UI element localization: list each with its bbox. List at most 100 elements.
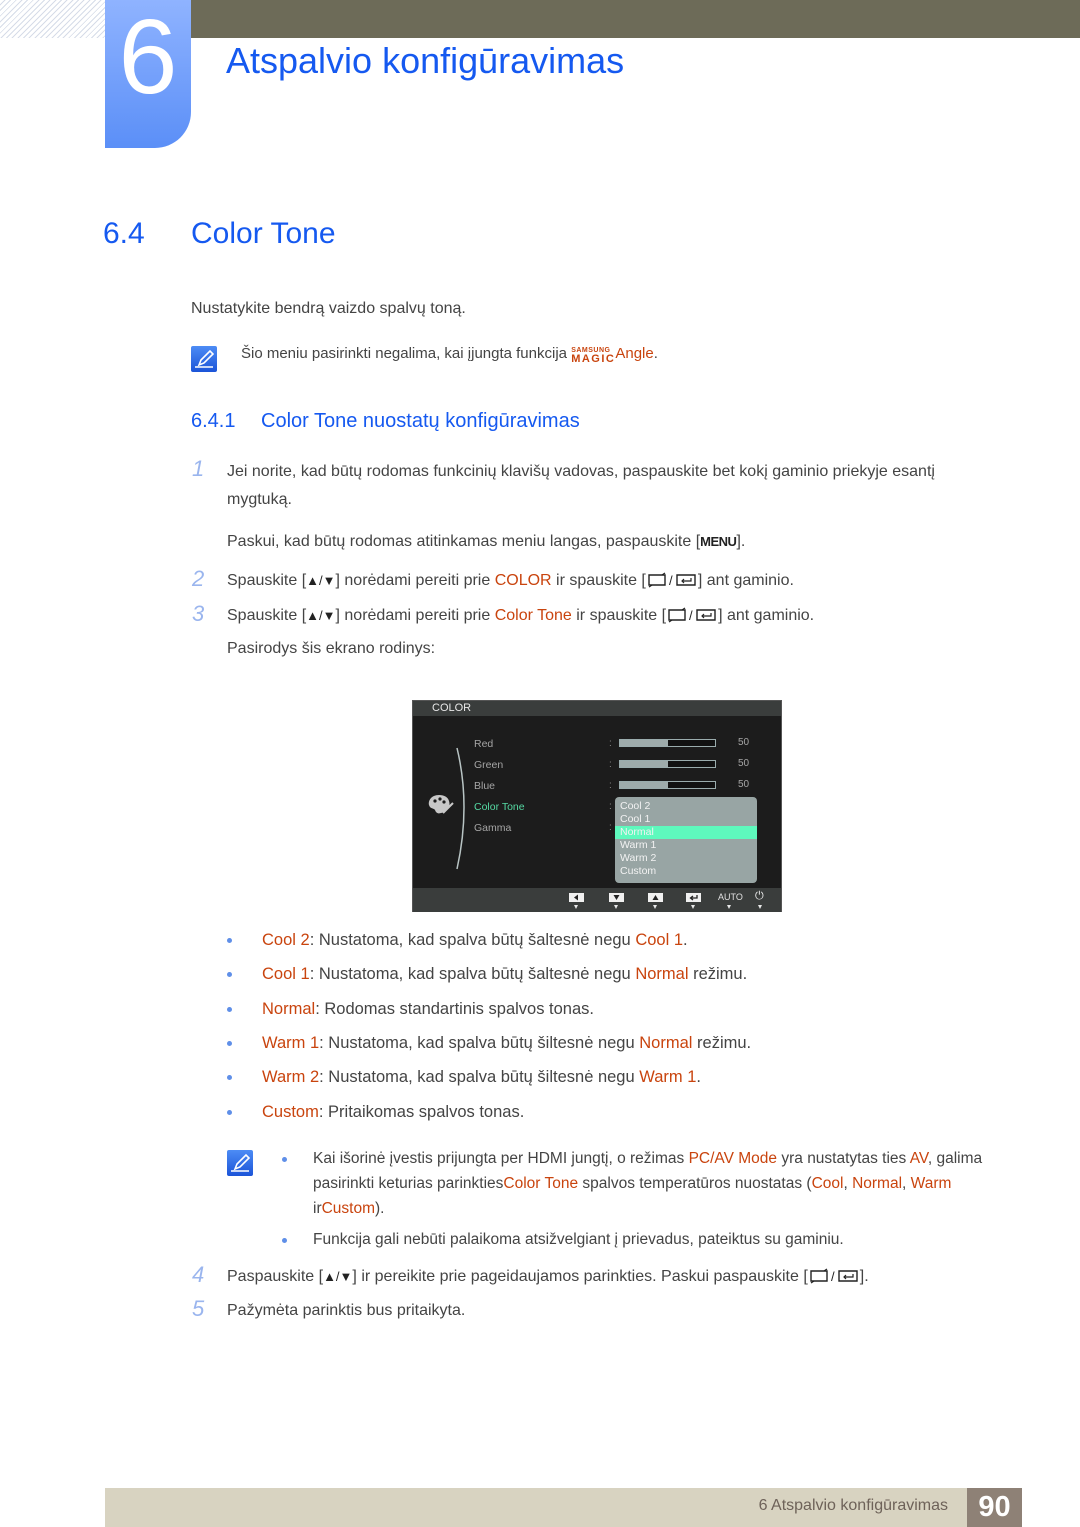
osd-menu-arc — [456, 747, 465, 870]
button-indicator-icon — [653, 905, 657, 909]
osd-option-warm1[interactable]: Warm 1 — [615, 839, 757, 852]
tail: režimu. — [692, 1034, 752, 1052]
chapter-title: Atspalvio konfigūravimas — [226, 40, 625, 81]
subsection-number: 6.4.1 — [191, 410, 236, 432]
bullet-icon — [227, 972, 232, 977]
text: Spauskite [ — [227, 607, 307, 624]
term: Cool 1 — [262, 965, 310, 983]
source-enter-keys-icon: / — [808, 1266, 860, 1293]
bullet-icon — [282, 1238, 287, 1243]
tail: režimu. — [688, 965, 748, 983]
text: ir spauskite [ — [571, 607, 667, 624]
source-enter-keys-icon: / — [646, 570, 698, 597]
slider-fill — [620, 740, 668, 746]
button-indicator-icon — [727, 905, 731, 909]
page-number-box: 90 — [967, 1488, 1022, 1527]
note-pencil-icon — [191, 346, 217, 372]
menu-key: MENU — [700, 534, 737, 549]
list-item-text: Custom: Pritaikomas spalvos tonas. — [262, 1103, 524, 1122]
osd-option-normal[interactable]: Normal — [615, 826, 757, 839]
osd-color-tone-dropdown: Cool 2 Cool 1 Normal Warm 1 Warm 2 Custo… — [615, 797, 757, 883]
osd-item-color-tone[interactable]: Color Tone — [474, 801, 525, 813]
button-indicator-icon — [758, 905, 762, 909]
osd-slider-red[interactable] — [619, 739, 716, 747]
list-item: Normal: Rodomas standartinis spalvos ton… — [227, 997, 987, 1025]
list-item: Custom: Pritaikomas spalvos tonas. — [227, 1100, 987, 1128]
list-item-text: Cool 2: Nustatoma, kad spalva būtų šalte… — [262, 931, 688, 950]
osd-slider-green[interactable] — [619, 760, 716, 768]
step-number-2: 2 — [192, 566, 205, 591]
osd-color-menu-screenshot: COLOR Red Green Blue Color Tone Gamma : … — [412, 700, 782, 912]
list-item: Warm 2: Nustatoma, kad spalva būtų šilte… — [227, 1065, 987, 1093]
osd-option-cool1[interactable]: Cool 1 — [615, 813, 757, 826]
brand-magic: MAGIC — [571, 353, 616, 365]
palette-icon — [428, 795, 454, 814]
power-icon[interactable]: ⏻ — [755, 890, 764, 903]
term: Warm 2 — [262, 1068, 320, 1086]
svg-text:/: / — [831, 1269, 835, 1284]
step-1-menu-instruction: Paskui, kad būtų rodomas atitinkamas men… — [227, 528, 745, 555]
list-item-text: Cool 1: Nustatoma, kad spalva būtų šalte… — [262, 965, 747, 984]
brand-angle: Angle — [615, 345, 654, 362]
text: ]. — [859, 1268, 869, 1285]
note-magic-angle: Šio meniu pasirinkti negalima, kai įjung… — [241, 345, 658, 365]
ref: Normal — [639, 1034, 693, 1052]
osd-value-red: 50 — [738, 737, 750, 748]
osd-option-cool2[interactable]: Cool 2 — [615, 800, 757, 813]
enter-icon[interactable] — [686, 893, 701, 902]
osd-option-custom[interactable]: Custom — [615, 865, 757, 878]
footer-chapter-label: 6 Atspalvio konfigūravimas — [758, 1497, 948, 1514]
up-down-keys-icon: ▲/▼ — [306, 573, 336, 588]
osd-item-green[interactable]: Green — [474, 759, 503, 771]
ref: Warm 1 — [639, 1068, 697, 1086]
text: ] norėdami pereiti prie — [335, 607, 495, 624]
osd-item-gamma[interactable]: Gamma — [474, 822, 511, 834]
button-indicator-icon — [614, 905, 618, 909]
highlight-color: COLOR — [494, 572, 552, 589]
step-4-text: Paspauskite [▲/▼] ir pereikite prie page… — [227, 1263, 869, 1293]
samsung-magic-logo: SAMSUNG MAGIC — [571, 347, 615, 365]
osd-option-warm2[interactable]: Warm 2 — [615, 852, 757, 865]
text: ir — [313, 1200, 322, 1217]
text: , — [843, 1175, 853, 1192]
text: ] ant gaminio. — [718, 607, 815, 624]
osd-item-red[interactable]: Red — [474, 738, 493, 750]
slider-fill — [620, 782, 668, 788]
svg-text:/: / — [689, 608, 693, 623]
bullet-icon — [227, 1007, 232, 1012]
chapter-number: 6 — [118, 0, 178, 116]
header-bar — [190, 0, 1080, 38]
note-ports-text: Funkcija gali nebūti palaikoma atsižvelg… — [313, 1231, 844, 1248]
desc: : Nustatoma, kad spalva būtų šaltesnė ne… — [309, 965, 636, 983]
term: Cool 2 — [262, 931, 310, 949]
desc: : Rodomas standartinis spalvos tonas. — [315, 1000, 594, 1018]
source-enter-keys-icon: / — [666, 605, 718, 632]
note-hdmi-text: Kai išorinė įvestis prijungta per HDMI j… — [313, 1146, 1003, 1221]
hl: Normal — [852, 1175, 903, 1192]
list-item: Warm 1: Nustatoma, kad spalva būtų šilte… — [227, 1031, 987, 1059]
hl: Warm — [910, 1175, 952, 1192]
ref: Cool 1 — [635, 931, 684, 949]
button-indicator-icon — [691, 905, 695, 909]
auto-button[interactable]: AUTO — [718, 892, 743, 902]
left-arrow-icon[interactable] — [569, 893, 584, 902]
step-1-line1: Jei norite, kad būtų rodomas funkcinių k… — [227, 463, 935, 480]
up-arrow-icon[interactable] — [648, 893, 663, 902]
osd-slider-blue[interactable] — [619, 781, 716, 789]
text: ] norėdami pereiti prie — [335, 572, 495, 589]
note-pencil-icon — [227, 1150, 253, 1176]
text: Kai išorinė įvestis prijungta per HDMI j… — [313, 1150, 689, 1167]
text: ir spauskite [ — [551, 572, 646, 589]
osd-colon: : — [609, 738, 612, 749]
bullet-icon — [227, 1041, 232, 1046]
down-arrow-icon[interactable] — [609, 893, 624, 902]
osd-colon: : — [609, 822, 612, 833]
text: yra nustatytas ties — [777, 1150, 910, 1167]
desc: : Nustatoma, kad spalva būtų šiltesnė ne… — [319, 1034, 640, 1052]
hl: Cool — [811, 1175, 844, 1192]
hl: Color Tone — [503, 1175, 579, 1192]
text: Spauskite [ — [227, 572, 307, 589]
osd-value-green: 50 — [738, 758, 750, 769]
osd-item-blue[interactable]: Blue — [474, 780, 495, 792]
list-item-text: Normal: Rodomas standartinis spalvos ton… — [262, 1000, 594, 1019]
